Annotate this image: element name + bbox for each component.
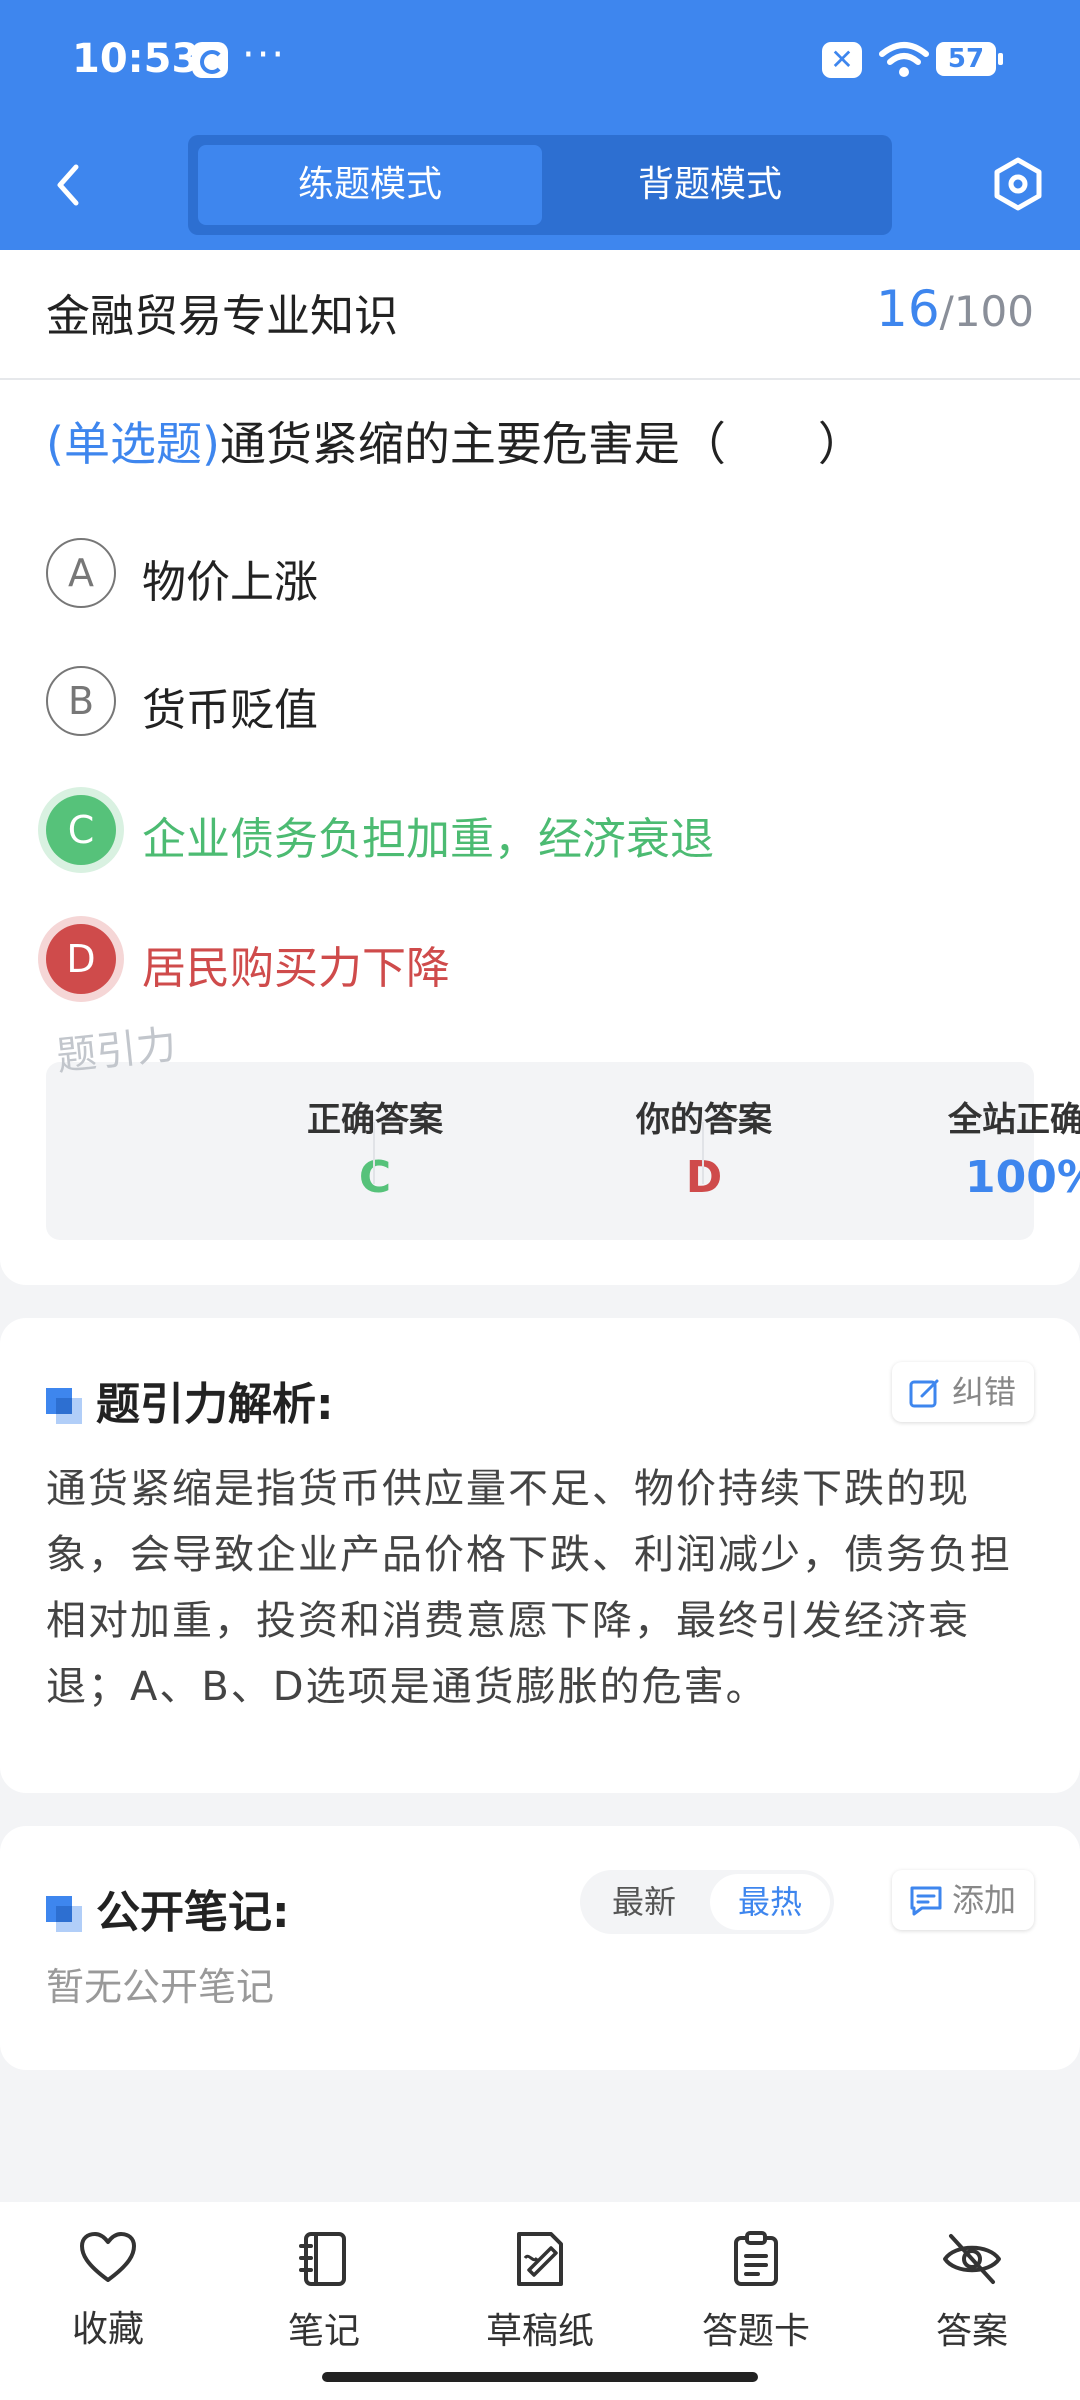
status-time: 10:53 — [72, 36, 200, 82]
status-bar: 10:53 ··· ✕ 57 — [0, 0, 1080, 126]
public-notes-card: 公开笔记: 最新 最热 添加 暂无公开笔记 — [0, 1826, 1080, 2070]
clipboard-icon — [734, 2231, 778, 2286]
notes-button[interactable]: 笔记 — [244, 2230, 404, 2380]
divider — [0, 378, 1080, 380]
stat-label: 全站正确率 — [948, 1100, 1080, 1140]
back-icon[interactable] — [40, 155, 100, 215]
edit-icon — [909, 1379, 939, 1408]
analysis-text: 通货紧缩是指货币供应量不足、物价持续下跌的现象，会导致企业产品价格下跌、利润减少… — [46, 1466, 1012, 1710]
stat-site-accuracy: 全站正确率 100% — [704, 1062, 1080, 1240]
draft-icon — [517, 2232, 563, 2286]
option-text: 企业债务负担加重，经济衰退 — [142, 814, 714, 865]
analysis-card: 题引力解析: 纠错 通货紧缩是指货币供应量不足、物价持续下跌的现象，会导致企业产… — [0, 1318, 1080, 1793]
notes-title-text: 公开笔记: — [96, 1887, 290, 1938]
question-type: (单选题) — [46, 417, 220, 471]
answer-stats: 正确答案 C 你的答案 D 全站正确率 100% — [46, 1062, 1080, 1240]
tab-latest[interactable]: 最新 — [584, 1874, 704, 1930]
tab-hot[interactable]: 最热 — [710, 1874, 830, 1930]
analysis-title: 题引力解析: — [46, 1368, 334, 1432]
toolbar-label: 草稿纸 — [485, 2311, 594, 2352]
question-stem: (单选题)通货紧缩的主要危害是（ ） — [46, 408, 864, 474]
wifi-icon — [879, 42, 929, 77]
section-square-icon — [46, 1388, 84, 1426]
add-note-button[interactable]: 添加 — [891, 1870, 1034, 1930]
progress-total: /100 — [939, 287, 1034, 336]
option-letter: D — [46, 924, 116, 994]
more-notifications-icon: ··· — [242, 32, 287, 78]
settings-icon[interactable] — [990, 156, 1046, 212]
option-text: 居民购买力下降 — [142, 943, 450, 994]
option-a[interactable]: A 物价上涨 — [46, 538, 1046, 618]
option-d[interactable]: D 居民购买力下降 — [46, 924, 1046, 1004]
add-note-label: 添加 — [951, 1881, 1016, 1919]
battery-icon: 57 — [936, 42, 1003, 76]
show-answer-button[interactable]: 答案 — [892, 2230, 1052, 2380]
tab-recite-mode[interactable]: 背题模式 — [538, 145, 882, 225]
stat-value: 100% — [965, 1152, 1080, 1203]
question-card: 金融贸易专业知识 16/100 (单选题)通货紧缩的主要危害是（ ） A 物价上… — [0, 250, 1080, 1285]
option-letter: A — [46, 538, 116, 608]
option-letter: B — [46, 666, 116, 736]
app-notification-icon — [192, 42, 228, 78]
toolbar-label: 答题卡 — [701, 2311, 810, 2352]
option-text: 物价上涨 — [142, 557, 318, 608]
notes-title: 公开笔记: — [46, 1876, 290, 1940]
favorite-button[interactable]: 收藏 — [28, 2230, 188, 2380]
empty-notes-text: 暂无公开笔记 — [46, 1965, 275, 2009]
analysis-title-text: 题引力解析: — [96, 1379, 334, 1430]
mode-switch: 练题模式 背题模式 — [188, 135, 892, 235]
comment-icon — [910, 1886, 942, 1916]
option-letter: C — [46, 795, 116, 865]
toolbar-label: 收藏 — [71, 2309, 144, 2350]
top-bar: 10:53 ··· ✕ 57 练题模式 背题模式 — [0, 0, 1080, 250]
progress-current: 16 — [876, 280, 940, 338]
toolbar-label: 笔记 — [287, 2311, 360, 2352]
option-text: 货币贬值 — [142, 685, 318, 736]
tab-practice-mode[interactable]: 练题模式 — [198, 145, 542, 225]
option-b[interactable]: B 货币贬值 — [46, 666, 1046, 746]
eye-off-icon — [943, 2234, 1001, 2284]
bottom-toolbar: 收藏 笔记 草稿纸 答题卡 答案 — [0, 2202, 1080, 2400]
question-progress: 16/100 — [876, 280, 1034, 338]
answer-sheet-button[interactable]: 答题卡 — [676, 2230, 836, 2380]
report-error-button[interactable]: 纠错 — [891, 1362, 1034, 1422]
home-indicator[interactable] — [322, 2372, 758, 2382]
subject-title: 金融贸易专业知识 — [46, 291, 398, 342]
mute-icon: ✕ — [822, 42, 862, 78]
notes-sort-tabs: 最新 最热 — [580, 1870, 834, 1934]
section-square-icon — [46, 1896, 84, 1934]
notebook-icon — [299, 2232, 346, 2286]
question-text: 通货紧缩的主要危害是（ ） — [219, 417, 864, 471]
draft-button[interactable]: 草稿纸 — [460, 2230, 620, 2380]
stat-correct-answer: 正确答案 C — [46, 1062, 443, 1240]
option-c[interactable]: C 企业债务负担加重，经济衰退 — [46, 795, 1046, 875]
stat-your-answer: 你的答案 D — [375, 1062, 772, 1240]
nav-bar: 练题模式 背题模式 — [0, 130, 1080, 240]
report-error-label: 纠错 — [951, 1373, 1016, 1411]
heart-icon — [80, 2232, 136, 2282]
toolbar-label: 答案 — [935, 2311, 1008, 2352]
